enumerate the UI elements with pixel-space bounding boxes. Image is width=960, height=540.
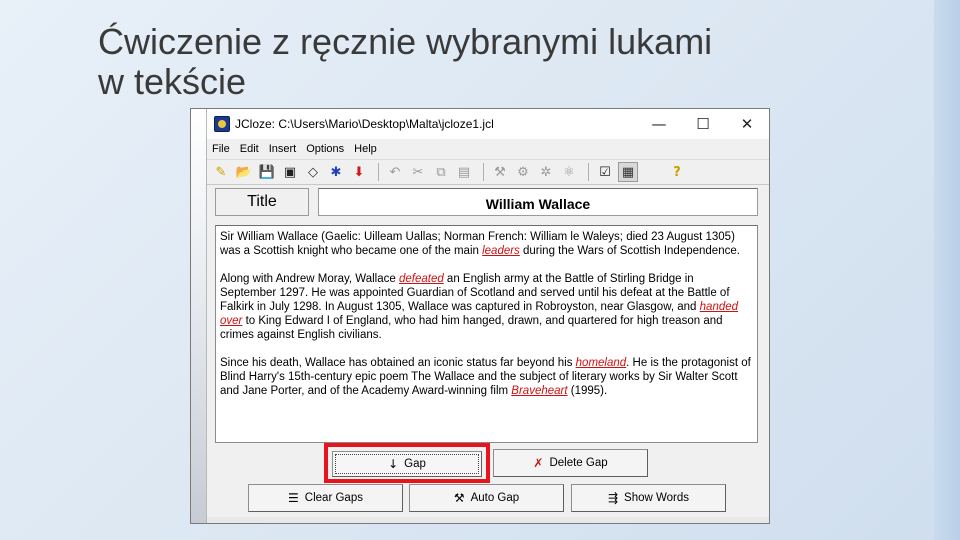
show-words-button[interactable]: ⇶ Show Words	[571, 484, 726, 512]
clear-gaps-button[interactable]: ☰ Clear Gaps	[248, 484, 403, 512]
delete-gap-icon: ✗	[533, 456, 544, 470]
menu-insert[interactable]: Insert	[264, 143, 302, 155]
menu-help[interactable]: Help	[349, 143, 382, 155]
show-words-button-label: Show Words	[624, 492, 690, 504]
open-icon[interactable]: 📂	[234, 162, 254, 182]
gap-tool2-icon[interactable]: ⚙	[513, 162, 533, 182]
toolbar: ✎ 📂 💾 ▣ ◇ ✱ ⬇ ↶ ✂ ⧉ ▤ ⚒ ⚙ ✲ ⚛ ☑ ▦ ?	[207, 159, 769, 185]
config-icon[interactable]: ▦	[618, 162, 638, 182]
auto-gap-button[interactable]: ⚒ Auto Gap	[409, 484, 564, 512]
cut-icon[interactable]: ✂	[408, 162, 428, 182]
status-bar	[207, 517, 769, 523]
show-words-icon: ⇶	[607, 491, 619, 505]
clear-gaps-icon: ☰	[288, 491, 299, 505]
copy-icon[interactable]: ⧉	[431, 162, 451, 182]
toolbar-separator	[647, 163, 661, 181]
window-left-edge	[191, 109, 207, 523]
gap-tool-icon[interactable]: ⚒	[490, 162, 510, 182]
toolbar-separator	[588, 163, 589, 181]
minimize-button[interactable]: —	[637, 109, 681, 139]
save-as-icon[interactable]: ▣	[280, 162, 300, 182]
menubar: File Edit Insert Options Help	[207, 139, 769, 159]
arrow-down-icon[interactable]: ⬇	[349, 162, 369, 182]
menu-edit[interactable]: Edit	[235, 143, 264, 155]
text-paragraph-2: Along with Andrew Moray, Wallace defeate…	[220, 272, 753, 342]
checkbox-icon[interactable]: ☑	[595, 162, 615, 182]
gap-icon: ↓	[388, 457, 399, 471]
window-titlebar[interactable]: JCloze: C:\Users\Mario\Desktop\Malta\jcl…	[207, 109, 769, 139]
close-button[interactable]: ✕	[725, 109, 769, 139]
save-icon[interactable]: 💾	[257, 162, 277, 182]
undo-icon[interactable]: ↶	[385, 162, 405, 182]
auto-gap-button-label: Auto Gap	[470, 492, 520, 504]
delete-gap-button[interactable]: ✗ Delete Gap	[493, 449, 648, 477]
menu-options[interactable]: Options	[301, 143, 349, 155]
gap-word: defeated	[398, 273, 444, 285]
new-icon[interactable]: ✎	[211, 162, 231, 182]
jcloze-window: JCloze: C:\Users\Mario\Desktop\Malta\jcl…	[190, 108, 770, 524]
tool-icon[interactable]: ✱	[326, 162, 346, 182]
help-icon[interactable]: ?	[667, 162, 687, 182]
text-segment: to King Edward I of England, who had him…	[220, 315, 723, 341]
paste-icon[interactable]: ▤	[454, 162, 474, 182]
gap-tool4-icon[interactable]: ⚛	[559, 162, 579, 182]
maximize-button[interactable]: ☐	[681, 109, 725, 139]
window-title: JCloze: C:\Users\Mario\Desktop\Malta\jcl…	[235, 117, 494, 131]
text-paragraph-1: Sir William Wallace (Gaelic: Uilleam Ual…	[220, 230, 753, 258]
slide-title-line1: Ćwiczenie z ręcznie wybranymi lukami	[98, 21, 713, 62]
gap-word: leaders	[482, 245, 520, 257]
gap-tool3-icon[interactable]: ✲	[536, 162, 556, 182]
toolbar-separator	[378, 163, 379, 181]
title-label: Title	[215, 188, 309, 216]
text-segment: during the Wars of Scottish Independence…	[519, 245, 740, 257]
export-icon[interactable]: ◇	[303, 162, 323, 182]
gap-word: Braveheart	[511, 385, 568, 397]
text-paragraph-3: Since his death, Wallace has obtained an…	[220, 356, 753, 398]
gap-button-label: Gap	[404, 458, 426, 470]
exercise-text-area[interactable]: Sir William Wallace (Gaelic: Uilleam Ual…	[215, 225, 758, 443]
menu-file[interactable]: File	[207, 143, 235, 155]
text-segment: (1995).	[567, 385, 608, 397]
delete-gap-button-label: Delete Gap	[549, 457, 608, 469]
slide-title-line2: w tekście	[98, 61, 247, 102]
slide-decor-stripe	[934, 0, 960, 540]
slide-title: Ćwiczenie z ręcznie wybranymi lukami w t…	[98, 22, 898, 102]
auto-gap-icon: ⚒	[453, 491, 465, 505]
toolbar-separator	[483, 163, 484, 181]
text-segment: Since his death, Wallace has obtained an…	[220, 357, 576, 369]
jcloze-app-icon	[214, 116, 230, 132]
text-segment: Along with Andrew Moray, Wallace	[220, 273, 399, 285]
gap-word: homeland	[575, 357, 627, 369]
title-input[interactable]	[318, 188, 758, 216]
gap-button[interactable]: ↓ Gap	[332, 451, 482, 477]
clear-gaps-button-label: Clear Gaps	[304, 492, 363, 504]
